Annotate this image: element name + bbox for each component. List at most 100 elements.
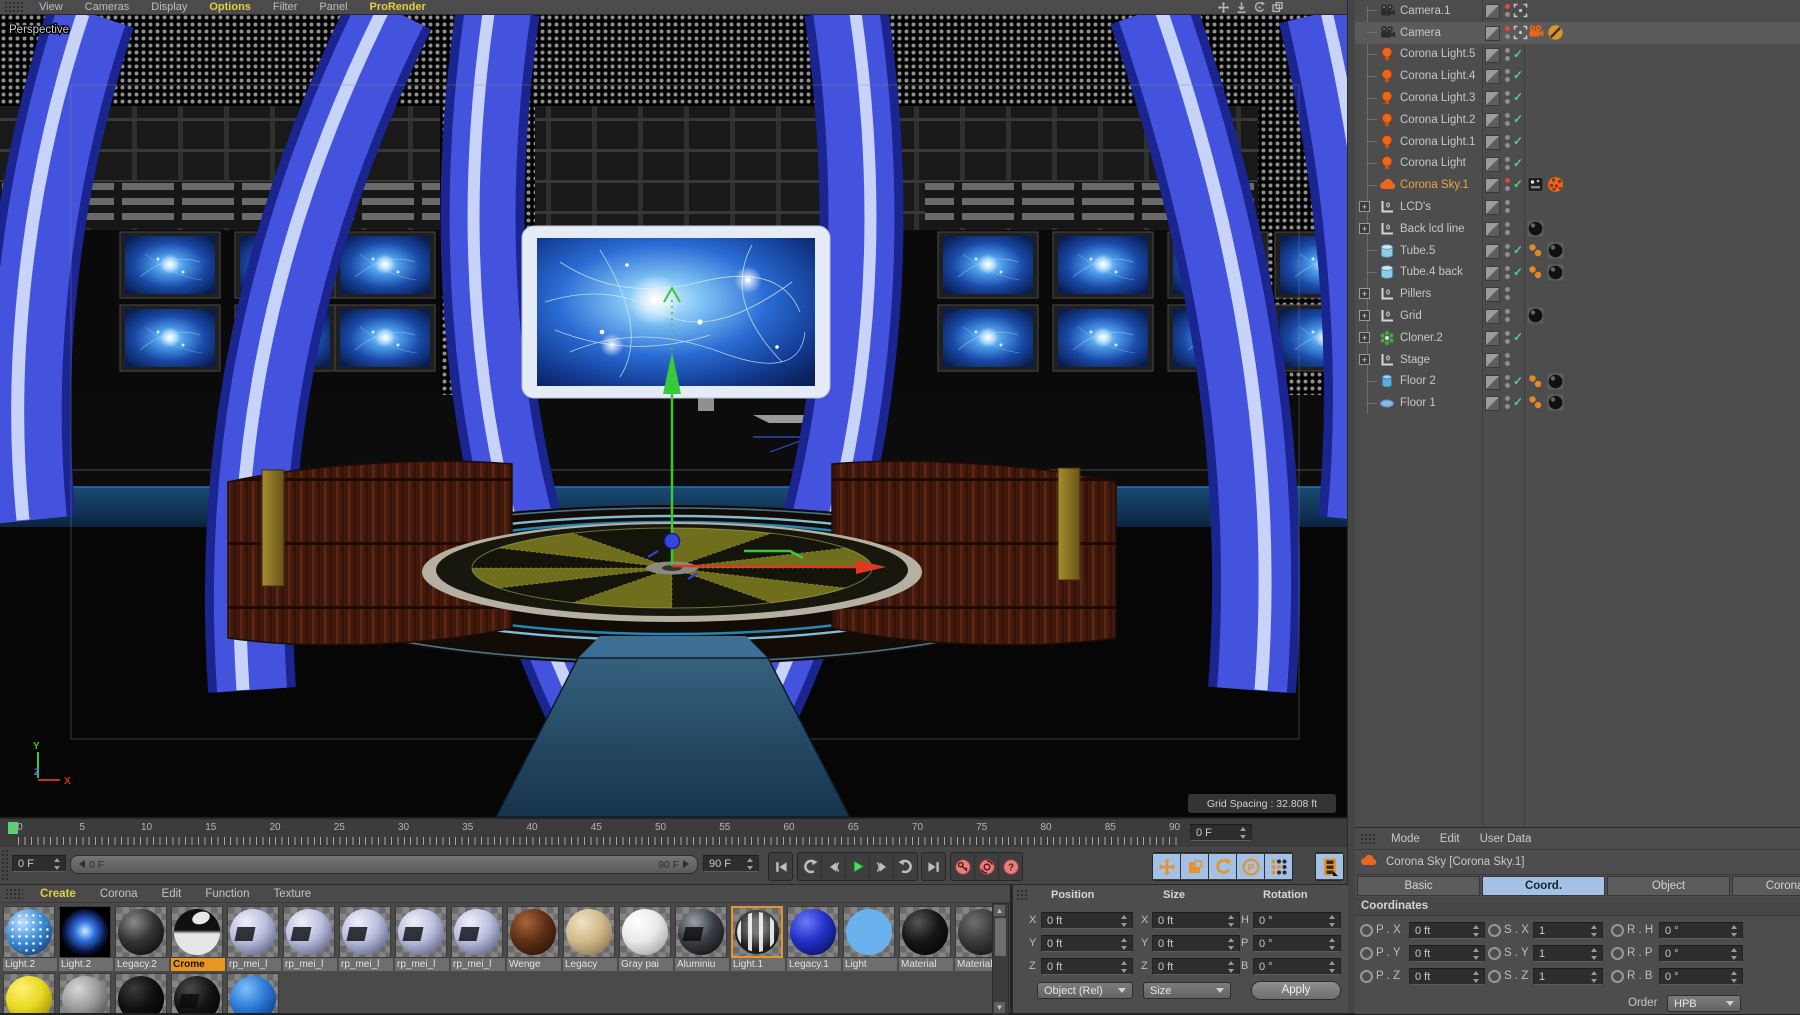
- animation-dot-s-z[interactable]: [1488, 970, 1501, 983]
- material-thumbnail[interactable]: [787, 906, 839, 958]
- visibility-dot-bottom[interactable]: [1505, 382, 1510, 388]
- object-row-floor-1[interactable]: Floor 1 ✓: [1355, 392, 1800, 414]
- enabled-check-icon[interactable]: ✓: [1513, 112, 1528, 127]
- layer-swatch-icon[interactable]: [1485, 91, 1500, 107]
- stepper-icon[interactable]: [1120, 914, 1129, 927]
- stepper-icon[interactable]: [1730, 947, 1739, 960]
- visibility-dot-top[interactable]: [1505, 200, 1510, 206]
- size-x-field[interactable]: 0 ft: [1152, 912, 1240, 929]
- object-row-tube-5[interactable]: Tube.5 ✓: [1355, 240, 1800, 262]
- r-p-field[interactable]: 0 °: [1659, 945, 1743, 962]
- material-item-material[interactable]: Material: [899, 906, 953, 971]
- object-row-tube-4-back[interactable]: Tube.4 back ✓: [1355, 262, 1800, 284]
- enabled-check-icon[interactable]: ✓: [1513, 265, 1528, 280]
- dots-tag[interactable]: [1527, 373, 1544, 390]
- panel-grip-icon[interactable]: [4, 1, 24, 13]
- material-item[interactable]: [227, 973, 281, 1013]
- size-z-field[interactable]: 0 ft: [1152, 958, 1240, 975]
- stepper-icon[interactable]: [1590, 970, 1599, 983]
- r-b-field[interactable]: 0 °: [1659, 968, 1743, 985]
- visibility-dot-bottom[interactable]: [1505, 295, 1510, 301]
- enabled-check-icon[interactable]: ✓: [1513, 90, 1528, 105]
- position-mode-dropdown[interactable]: Object (Rel): [1037, 982, 1133, 999]
- object-row-camera-1[interactable]: Camera.1: [1355, 0, 1800, 22]
- material-item-light[interactable]: Light: [843, 906, 897, 971]
- animation-dot-p-y[interactable]: [1360, 947, 1373, 960]
- end-frame-field[interactable]: 90 F: [703, 855, 759, 872]
- animation-dot-r-b[interactable]: [1611, 970, 1624, 983]
- layer-swatch-icon[interactable]: [1485, 25, 1500, 41]
- visibility-dot-top[interactable]: [1505, 352, 1510, 358]
- expand-icon[interactable]: +: [1359, 310, 1370, 322]
- p-y-field[interactable]: 0 ft: [1409, 945, 1485, 962]
- enabled-check-icon[interactable]: ✓: [1513, 156, 1528, 171]
- visibility-dot-top[interactable]: [1505, 221, 1510, 227]
- p-z-field[interactable]: 0 ft: [1409, 968, 1485, 985]
- keyframe-help-button[interactable]: ?: [999, 854, 1022, 879]
- visibility-dot-bottom[interactable]: [1505, 404, 1510, 410]
- panel-grip-icon[interactable]: [5, 887, 23, 900]
- material-item-legacy[interactable]: Legacy: [563, 906, 617, 971]
- object-row-corona-sky-1[interactable]: Corona Sky.1 ✓: [1355, 174, 1800, 196]
- viewport-menu-prorender[interactable]: ProRender: [359, 1, 437, 13]
- object-row-corona-light-2[interactable]: Corona Light.2 ✓: [1355, 109, 1800, 131]
- viewport-menu-panel[interactable]: Panel: [308, 1, 358, 13]
- object-row-camera[interactable]: Camera: [1355, 21, 1800, 44]
- tab-corona-co[interactable]: Corona Co: [1732, 876, 1800, 896]
- visibility-dot-bottom[interactable]: [1505, 251, 1510, 257]
- visibility-dot-top[interactable]: [1505, 396, 1510, 402]
- layer-swatch-icon[interactable]: [1485, 178, 1500, 194]
- stepper-icon[interactable]: [1730, 970, 1739, 983]
- layer-swatch-icon[interactable]: [1485, 200, 1500, 216]
- panel-grip-icon[interactable]: [1360, 832, 1376, 845]
- visibility-dot-bottom[interactable]: [1505, 142, 1510, 148]
- range-right-arrow-icon[interactable]: [683, 859, 689, 868]
- record-pla-toggle[interactable]: [1265, 854, 1292, 879]
- material-menu-corona[interactable]: Corona: [88, 888, 150, 900]
- checkerball-tag[interactable]: [1547, 176, 1564, 193]
- go-to-next-key-button[interactable]: [894, 854, 917, 879]
- rotation-b-field[interactable]: 0 °: [1253, 958, 1341, 975]
- attr-menu-user-data[interactable]: User Data: [1470, 833, 1542, 845]
- layer-swatch-icon[interactable]: [1485, 4, 1500, 19]
- frame-field[interactable]: 0 F: [1190, 824, 1252, 841]
- view-label[interactable]: Perspective: [8, 23, 71, 38]
- stepper-icon[interactable]: [1328, 914, 1337, 927]
- record-keyframe-button[interactable]: [951, 854, 975, 879]
- enabled-check-icon[interactable]: ✓: [1513, 330, 1528, 345]
- material-thumbnail[interactable]: [59, 973, 111, 1013]
- visibility-dot-top[interactable]: [1505, 178, 1510, 184]
- material-item-light-1[interactable]: Light.1: [731, 906, 785, 971]
- dots-tag[interactable]: [1527, 394, 1544, 411]
- visibility-dot-top[interactable]: [1505, 47, 1510, 53]
- position-y-field[interactable]: 0 ft: [1041, 935, 1133, 952]
- enabled-check-icon[interactable]: ✓: [1513, 395, 1528, 410]
- camera-target-icon[interactable]: [1513, 25, 1528, 40]
- r-h-field[interactable]: 0 °: [1659, 922, 1743, 939]
- material-item-light-2[interactable]: Light.2: [3, 906, 57, 971]
- material-thumbnail[interactable]: [395, 906, 447, 958]
- layer-swatch-icon[interactable]: [1485, 243, 1500, 259]
- scrollbar-thumb[interactable]: [995, 918, 1006, 956]
- layer-swatch-icon[interactable]: [1485, 221, 1500, 237]
- viewport-menu-filter[interactable]: Filter: [262, 1, 308, 13]
- visibility-dot-bottom[interactable]: [1505, 338, 1510, 344]
- go-to-previous-key-button[interactable]: [798, 854, 822, 879]
- material-menu-texture[interactable]: Texture: [261, 888, 323, 900]
- visibility-dot-top[interactable]: [1505, 91, 1510, 97]
- material-menu-create[interactable]: Create: [28, 888, 88, 900]
- camera-target-icon[interactable]: [1513, 3, 1528, 18]
- viewport-menu-display[interactable]: Display: [140, 1, 198, 13]
- stepper-icon[interactable]: [1472, 947, 1481, 960]
- visibility-dot-bottom[interactable]: [1505, 273, 1510, 279]
- rotate-view-icon[interactable]: [1253, 1, 1267, 13]
- material-thumbnail[interactable]: [619, 906, 671, 958]
- object-row-stage[interactable]: +0 Stage: [1355, 349, 1800, 371]
- visibility-dot-bottom[interactable]: [1505, 77, 1510, 83]
- material-thumbnail[interactable]: [843, 906, 895, 958]
- material-thumbnail[interactable]: [3, 973, 55, 1013]
- visibility-dot-top[interactable]: [1505, 374, 1510, 380]
- viewport-menu-cameras[interactable]: Cameras: [74, 1, 141, 13]
- visibility-dot-top[interactable]: [1505, 25, 1510, 31]
- current-frame-field[interactable]: 0 F: [12, 855, 66, 872]
